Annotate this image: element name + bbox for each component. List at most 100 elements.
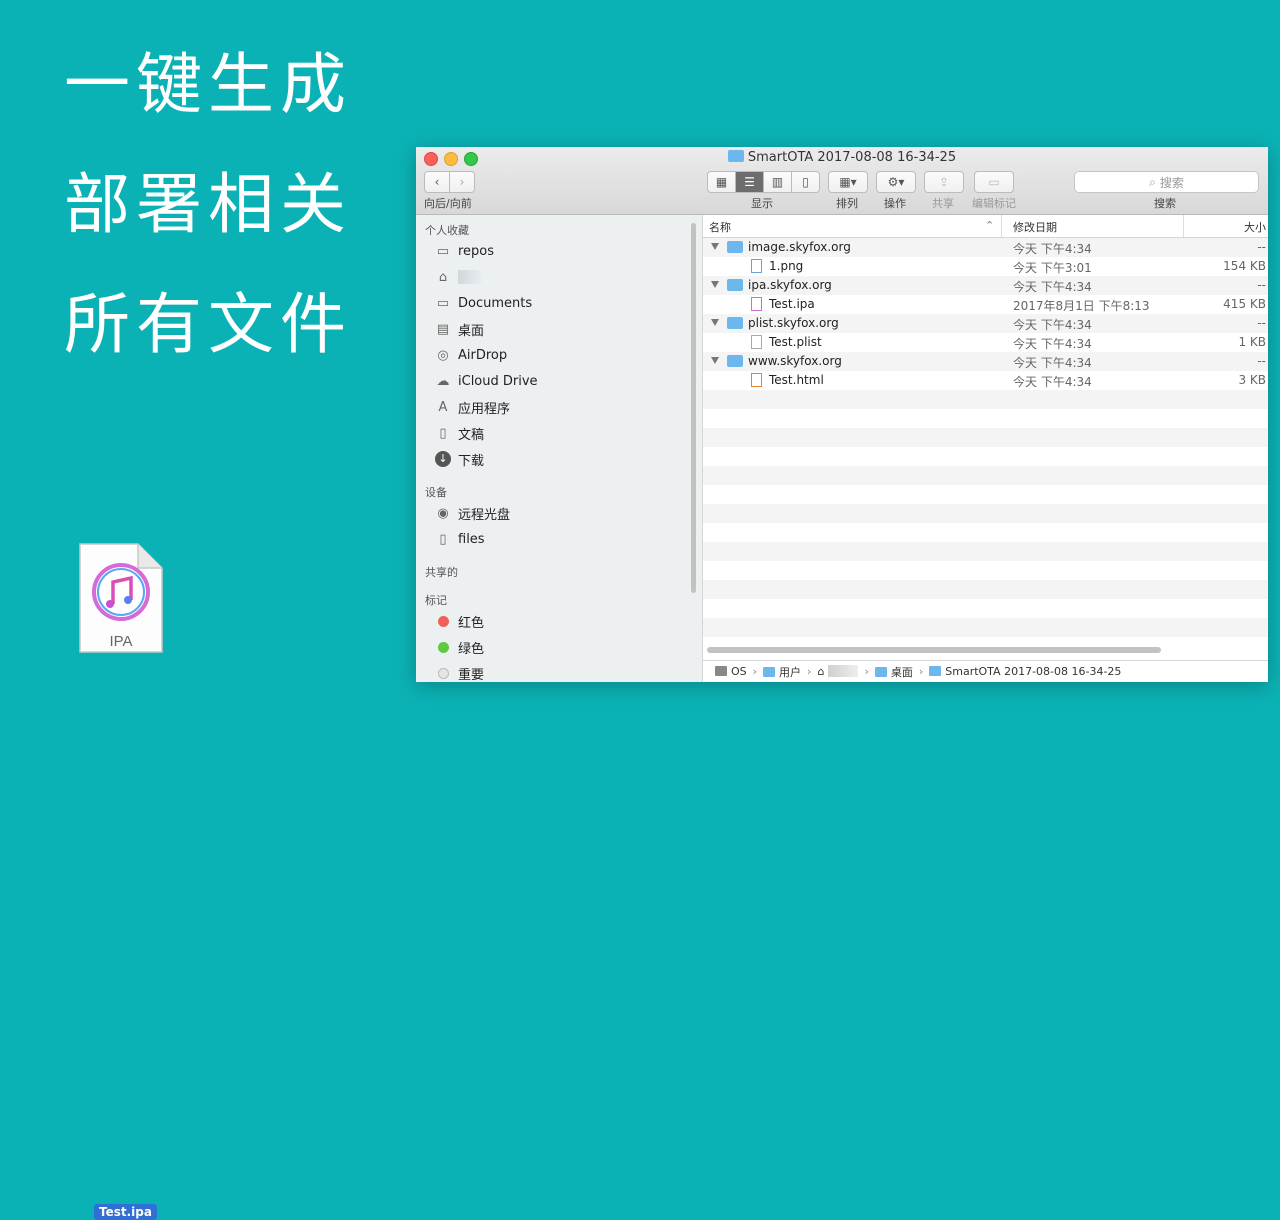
sidebar-item-documents[interactable]: ▭ Documents: [434, 292, 532, 314]
columns-icon: ▥: [771, 175, 784, 189]
table-row[interactable]: 1.png 今天 下午3:01 154 KB: [703, 257, 1268, 276]
table-row[interactable]: Test.html 今天 下午4:34 3 KB: [703, 371, 1268, 390]
chevron-right-icon: ›: [864, 665, 869, 678]
back-button[interactable]: ‹: [424, 171, 450, 193]
stripe: [703, 390, 1268, 409]
stripe: [703, 466, 1268, 485]
search-field[interactable]: ⌕ 搜索: [1074, 171, 1259, 193]
sidebar-item-home[interactable]: ⌂: [434, 266, 482, 288]
sidebar-item-repos[interactable]: ▭ repos: [434, 240, 494, 262]
column-header: 名称 ⌃ 修改日期 大小: [703, 215, 1268, 238]
tags-header: 标记: [425, 594, 447, 607]
favorites-header: 个人收藏: [425, 224, 469, 237]
titlebar: SmartOTA 2017-08-08 16-34-25 ‹ › 向后/向前 ▦…: [416, 147, 1268, 215]
folder-icon: [727, 150, 744, 162]
sidebar-item-desktop[interactable]: ▤ 桌面: [434, 318, 484, 340]
table-row[interactable]: Test.plist 今天 下午4:34 1 KB: [703, 333, 1268, 352]
sidebar-item-tag-red[interactable]: 红色: [434, 610, 484, 632]
disclosure-triangle-icon[interactable]: [711, 319, 719, 326]
sidebar-item-downloads[interactable]: ↓ 下载: [434, 448, 484, 470]
path-item-home[interactable]: ⌂: [817, 665, 859, 678]
disclosure-triangle-icon[interactable]: [711, 357, 719, 364]
image-file-icon: [751, 259, 762, 273]
stripe: [703, 504, 1268, 523]
html-file-icon: [751, 373, 762, 387]
sidebar-item-tag-important[interactable]: 重要: [434, 662, 484, 682]
column-date[interactable]: 修改日期: [1013, 219, 1057, 235]
column-view-button[interactable]: ▥: [763, 171, 792, 193]
disclosure-triangle-icon[interactable]: [711, 281, 719, 288]
doc-type-text: IPA: [109, 633, 132, 650]
download-icon: ↓: [434, 451, 452, 467]
grid-icon: ▦: [715, 175, 728, 189]
drive-icon: ▯: [439, 531, 447, 547]
table-row[interactable]: Test.ipa 2017年8月1日 下午8:13 415 KB: [703, 295, 1268, 314]
path-bar: OS › 用户 › ⌂ › 桌面 › SmartOTA 2017-08-08 1…: [703, 660, 1268, 682]
sidebar-item-airdrop[interactable]: ◎ AirDrop: [434, 344, 507, 366]
path-item-users[interactable]: 用户: [763, 664, 801, 680]
stripe: [703, 580, 1268, 599]
view-label: 显示: [751, 197, 773, 210]
forward-button[interactable]: ›: [449, 171, 475, 193]
search-icon: ⌕: [1149, 174, 1156, 189]
path-item-os[interactable]: OS: [715, 665, 747, 678]
column-divider: [1001, 215, 1002, 237]
documents-icon: ▯: [439, 425, 447, 441]
gear-icon: ⚙▾: [887, 175, 905, 189]
window-title: SmartOTA 2017-08-08 16-34-25: [416, 150, 1268, 165]
table-row[interactable]: www.skyfox.org 今天 下午4:34 --: [703, 352, 1268, 371]
sidebar-item-icloud-drive[interactable]: ☁ iCloud Drive: [434, 370, 538, 392]
action-button[interactable]: ⚙▾: [876, 171, 916, 193]
share-label: 共享: [932, 197, 954, 210]
chevron-left-icon: ‹: [434, 175, 440, 189]
promo-line-3: 所有文件: [64, 286, 352, 363]
icon-view-button[interactable]: ▦: [707, 171, 736, 193]
folder-icon: [727, 241, 743, 253]
folder-icon: [874, 666, 887, 677]
table-row[interactable]: image.skyfox.org 今天 下午4:34 --: [703, 238, 1268, 257]
folder-icon: [727, 279, 743, 291]
stripe: [703, 618, 1268, 637]
sidebar-item-applications[interactable]: A 应用程序: [434, 396, 510, 418]
disclosure-triangle-icon[interactable]: [711, 243, 719, 250]
folder-icon: ▭: [436, 295, 450, 311]
home-icon: ⌂: [438, 269, 448, 285]
share-button[interactable]: ⇪: [924, 171, 964, 193]
tag-icon: ▭: [988, 175, 1000, 189]
chevron-right-icon: ›: [752, 665, 758, 678]
coverflow-icon: ▯: [802, 175, 809, 189]
edit-tags-button[interactable]: ▭: [974, 171, 1014, 193]
tag-green-dot: [437, 641, 449, 653]
applications-icon: A: [438, 399, 448, 415]
list-icon: ☰: [744, 175, 755, 189]
finder-window: SmartOTA 2017-08-08 16-34-25 ‹ › 向后/向前 ▦…: [416, 147, 1268, 682]
cloud-icon: ☁: [436, 373, 450, 389]
desktop-file-label: Test.ipa: [94, 1204, 157, 1220]
arrange-icon: ▦▾: [839, 175, 857, 189]
ipa-document-icon: IPA: [79, 543, 163, 653]
share-icon: ⇪: [938, 175, 950, 189]
list-view-button[interactable]: ☰: [735, 171, 764, 193]
column-size[interactable]: 大小: [1244, 219, 1266, 235]
path-item-desktop[interactable]: 桌面: [874, 664, 913, 680]
table-row[interactable]: ipa.skyfox.org 今天 下午4:34 --: [703, 276, 1268, 295]
path-item-smartota[interactable]: SmartOTA 2017-08-08 16-34-25: [929, 665, 1121, 678]
sidebar-scrollbar[interactable]: [691, 223, 696, 593]
gallery-view-button[interactable]: ▯: [791, 171, 820, 193]
ipa-file-icon: [751, 297, 762, 311]
airdrop-icon: ◎: [437, 347, 449, 363]
column-name[interactable]: 名称: [709, 219, 731, 235]
nav-label: 向后/向前: [424, 197, 472, 210]
sidebar-item-files[interactable]: ▯ files: [434, 528, 484, 550]
action-label: 操作: [884, 197, 906, 210]
sidebar-item-remote-disc[interactable]: ◉ 远程光盘: [434, 502, 510, 524]
sidebar-item-tag-green[interactable]: 绿色: [434, 636, 484, 658]
redacted-username: [828, 665, 859, 677]
desktop-icon: ▤: [436, 321, 450, 337]
folder-icon: [929, 666, 942, 676]
sidebar-item-documents-cn[interactable]: ▯ 文稿: [434, 422, 484, 444]
arrange-button[interactable]: ▦▾: [828, 171, 868, 193]
horizontal-scrollbar[interactable]: [707, 647, 1161, 653]
table-row[interactable]: plist.skyfox.org 今天 下午4:34 --: [703, 314, 1268, 333]
redacted-username: [458, 270, 482, 284]
